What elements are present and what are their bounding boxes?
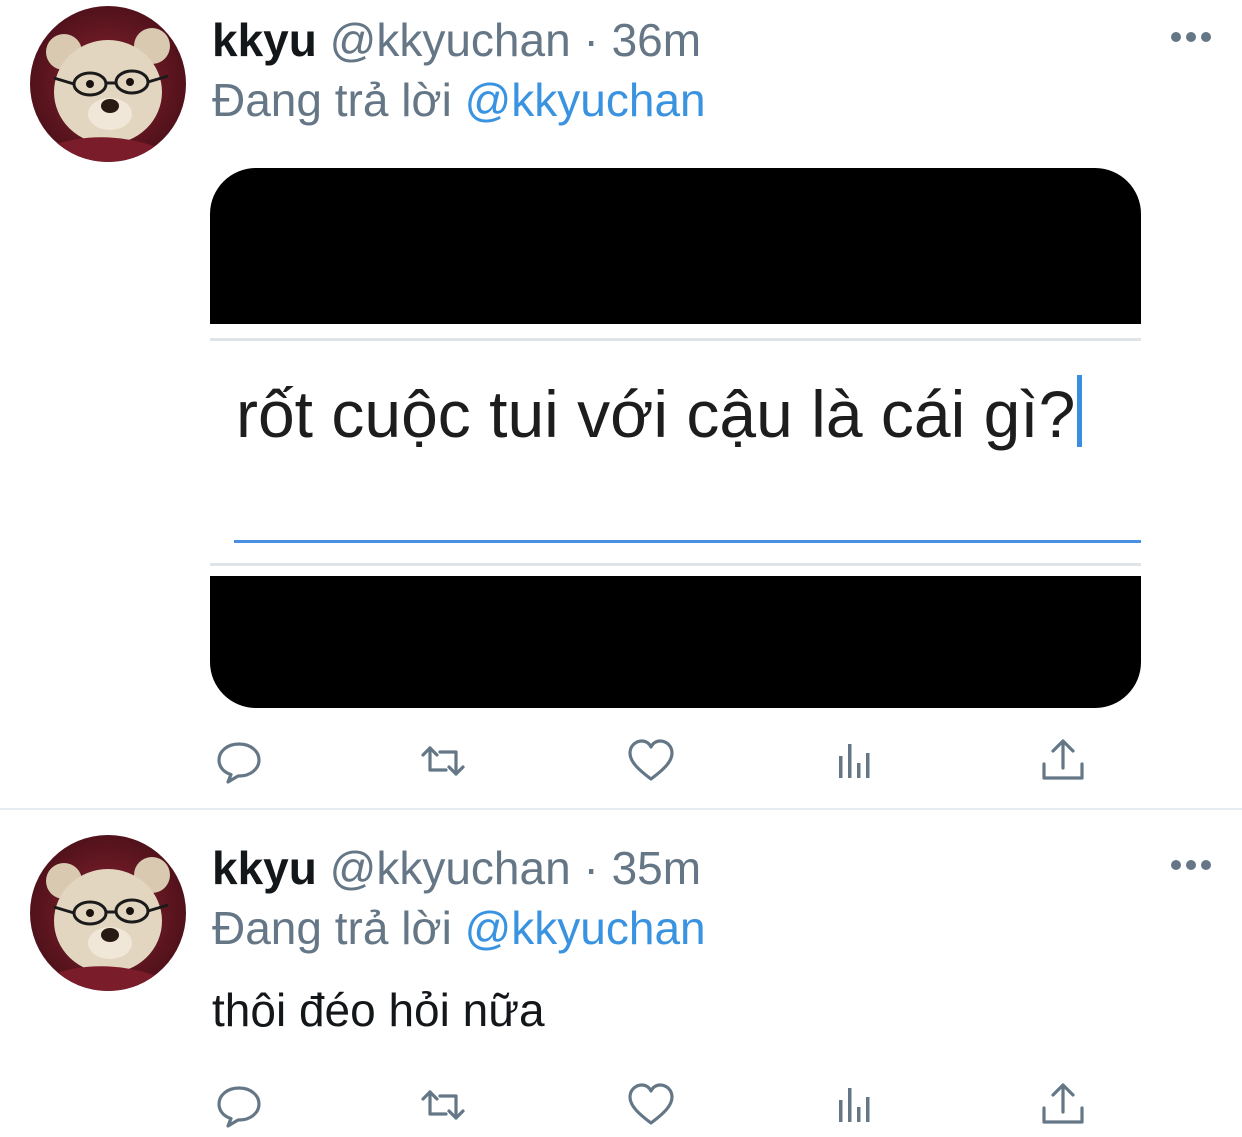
media-text: rốt cuộc tui với cậu là cái gì? <box>236 370 1126 458</box>
display-name[interactable]: kkyu <box>212 14 317 66</box>
replying-to-handle[interactable]: @kkyuchan <box>465 74 706 126</box>
replying-to-label: Đang trả lời <box>212 74 452 126</box>
user-handle[interactable]: @kkyuchan <box>330 14 571 66</box>
replying-to-label: Đang trả lời <box>212 902 452 954</box>
tweet[interactable]: kkyu @kkyuchan · 36m Đang trả lời @kkyuc… <box>0 0 1242 810</box>
separator-dot: · <box>583 842 599 894</box>
separator-dot: · <box>583 14 599 66</box>
like-icon[interactable] <box>626 736 676 786</box>
timestamp[interactable]: 36m <box>612 14 701 66</box>
avatar[interactable] <box>30 835 186 991</box>
tweet-actions <box>212 736 1112 786</box>
reply-icon[interactable] <box>214 736 264 786</box>
display-name[interactable]: kkyu <box>212 842 317 894</box>
more-options-icon[interactable] <box>1170 30 1212 42</box>
tweet-text: thôi đéo hỏi nữa <box>212 984 545 1036</box>
analytics-icon[interactable] <box>832 736 882 786</box>
user-handle[interactable]: @kkyuchan <box>330 842 571 894</box>
divider <box>210 563 1141 566</box>
replying-to-handle[interactable]: @kkyuchan <box>465 902 706 954</box>
reply-icon[interactable] <box>214 1080 264 1130</box>
like-icon[interactable] <box>626 1080 676 1130</box>
input-underline <box>234 540 1141 543</box>
avatar[interactable] <box>30 6 186 162</box>
text-caret <box>1077 375 1083 447</box>
analytics-icon[interactable] <box>832 1080 882 1130</box>
replying-to: Đang trả lời @kkyuchan <box>212 902 706 954</box>
divider <box>210 338 1141 341</box>
tweet-media-image[interactable]: rốt cuộc tui với cậu là cái gì? <box>210 168 1141 708</box>
media-text-content: rốt cuộc tui với cậu là cái gì? <box>236 377 1076 451</box>
tweet[interactable]: kkyu @kkyuchan · 35m Đang trả lời @kkyuc… <box>0 810 1242 1137</box>
timestamp[interactable]: 35m <box>612 842 701 894</box>
retweet-icon[interactable] <box>418 736 468 786</box>
replying-to: Đang trả lời @kkyuchan <box>212 74 706 126</box>
retweet-icon[interactable] <box>418 1080 468 1130</box>
tweet-actions <box>212 1080 1112 1130</box>
share-icon[interactable] <box>1038 1080 1088 1130</box>
more-options-icon[interactable] <box>1170 858 1212 870</box>
tweet-header: kkyu @kkyuchan · 35m <box>212 842 701 894</box>
tweet-header: kkyu @kkyuchan · 36m <box>212 14 701 66</box>
share-icon[interactable] <box>1038 736 1088 786</box>
